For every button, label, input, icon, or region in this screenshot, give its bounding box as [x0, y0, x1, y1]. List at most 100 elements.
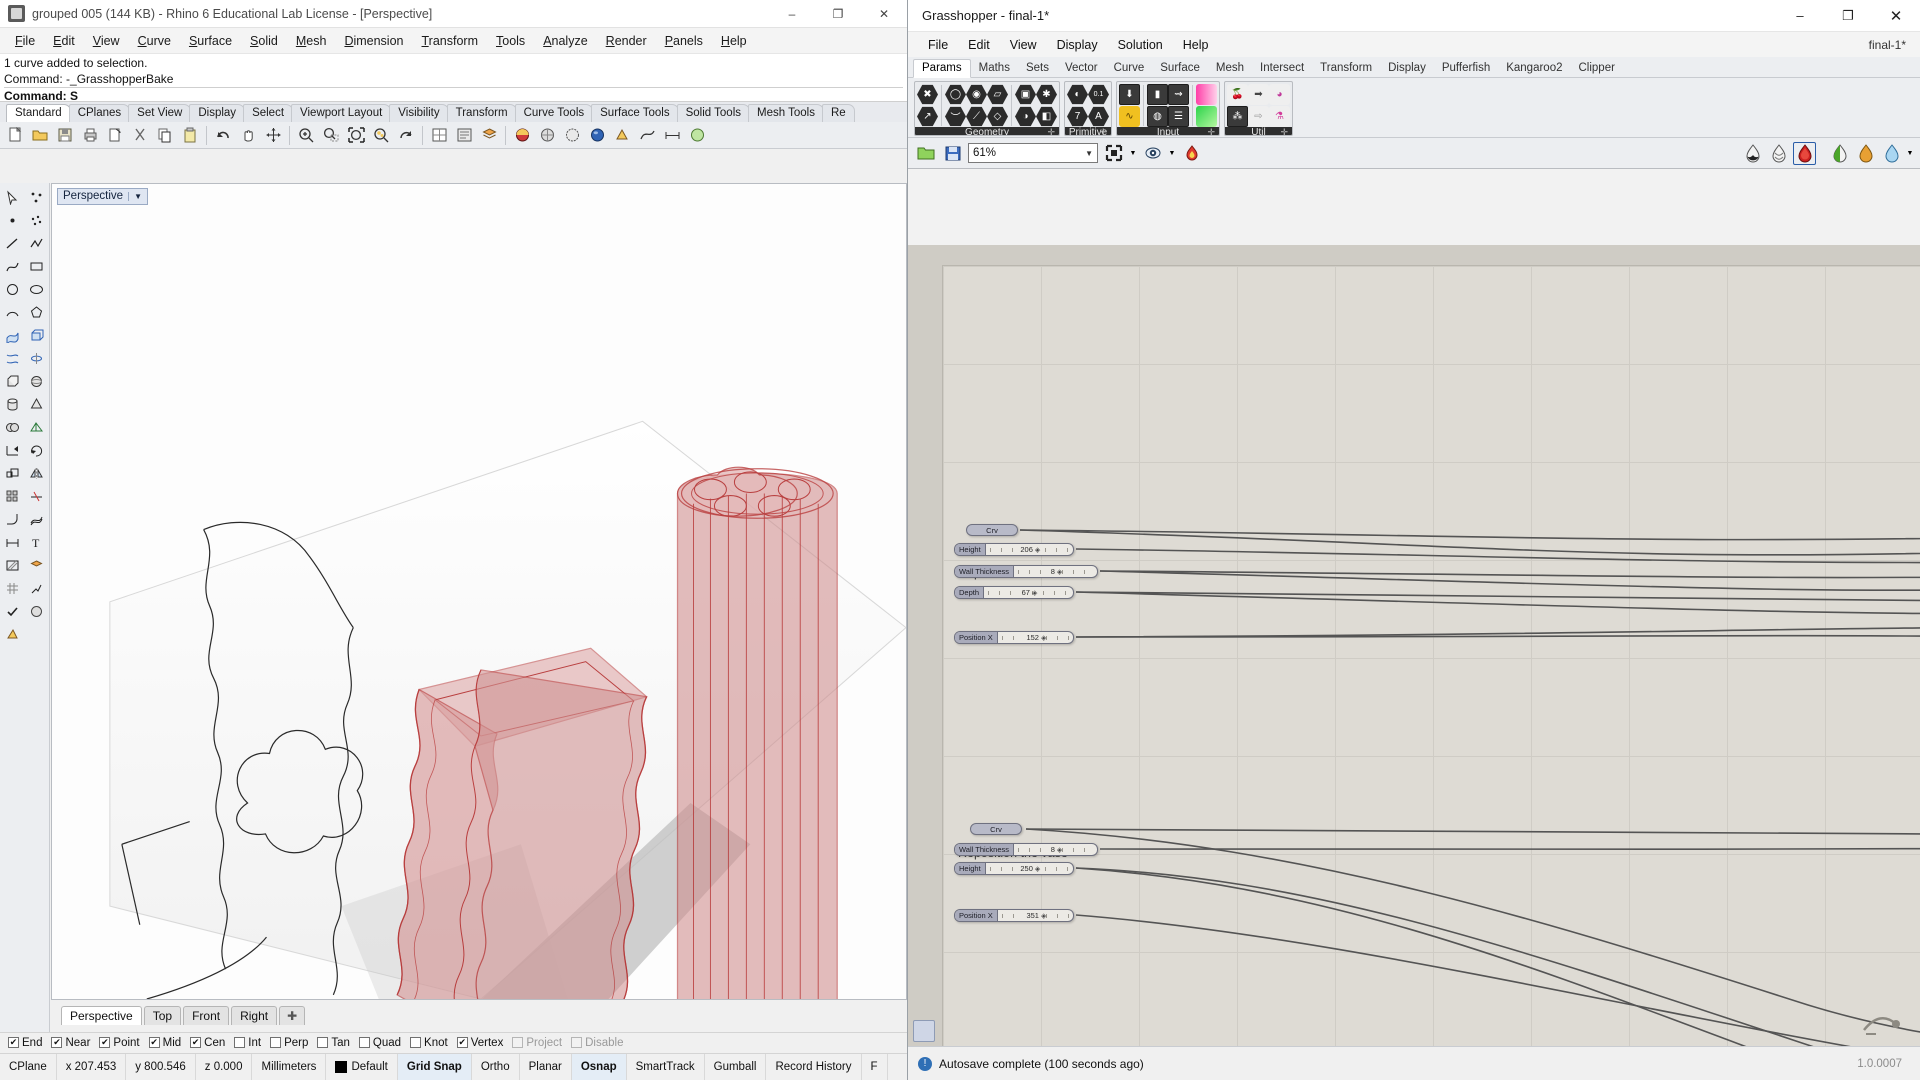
rhino-toolbar-tab-display[interactable]: Display	[189, 104, 245, 122]
rhino-toolbar-tab-transform[interactable]: Transform	[447, 104, 517, 122]
gradient-icon[interactable]	[1196, 84, 1217, 105]
osnap-tan-checkbox[interactable]	[317, 1037, 328, 1048]
rhino-menu-help[interactable]: Help	[712, 32, 756, 50]
rhino-menu-mesh[interactable]: Mesh	[287, 32, 336, 50]
arc-icon[interactable]	[0, 301, 24, 324]
cylinder-icon[interactable]	[0, 393, 24, 416]
ellipse-icon[interactable]	[24, 278, 48, 301]
status-units[interactable]: Millimeters	[252, 1054, 326, 1080]
preview-blue-icon[interactable]	[1880, 142, 1903, 165]
rhino-menu-analyze[interactable]: Analyze	[534, 32, 596, 50]
osnap-perp[interactable]: Perp	[268, 1037, 315, 1049]
gh-menu-help[interactable]: Help	[1173, 36, 1219, 54]
mesh-icon[interactable]	[24, 416, 48, 439]
rhino-perspective-viewport[interactable]: Perspective ▼	[51, 183, 907, 1000]
curve-tool-icon[interactable]	[635, 124, 659, 147]
osnap-near[interactable]: ✔Near	[49, 1037, 97, 1049]
preview-off-icon[interactable]	[1741, 142, 1764, 165]
gh-tab-curve[interactable]: Curve	[1106, 60, 1153, 77]
cut-icon[interactable]	[128, 124, 152, 147]
rotate-view-icon[interactable]	[394, 124, 418, 147]
zoom-extents-icon[interactable]	[1102, 142, 1125, 165]
material-icon[interactable]	[510, 124, 534, 147]
save-file-icon[interactable]	[941, 142, 964, 165]
render-icon[interactable]	[535, 124, 559, 147]
vector-icon[interactable]: ↗	[917, 106, 938, 127]
gh-tab-clipper[interactable]: Clipper	[1571, 60, 1623, 77]
gh-tab-params[interactable]: Params	[913, 59, 971, 78]
rhino-toolbar-tab-solid-tools[interactable]: Solid Tools	[677, 104, 750, 122]
sphere-blue-icon[interactable]	[585, 124, 609, 147]
copy-to-clipboard-icon[interactable]	[103, 124, 127, 147]
layer-icon[interactable]	[477, 124, 501, 147]
point-icon[interactable]: ✖	[917, 84, 938, 105]
param-crv-1[interactable]: Crv	[966, 524, 1018, 536]
status-toggle-record-history[interactable]: Record History	[766, 1054, 861, 1080]
canvas-bottom-left-widget[interactable]	[913, 1020, 935, 1042]
circle-icon[interactable]	[0, 278, 24, 301]
rhino-menu-solid[interactable]: Solid	[241, 32, 287, 50]
osnap-end[interactable]: ✔End	[6, 1037, 49, 1049]
status-cplane[interactable]: CPlane	[0, 1054, 57, 1080]
mirror-icon[interactable]	[24, 462, 48, 485]
gh-tab-surface[interactable]: Surface	[1152, 60, 1208, 77]
zoom-extents-icon[interactable]	[344, 124, 368, 147]
gh-tab-display[interactable]: Display	[1380, 60, 1434, 77]
loft-icon[interactable]	[0, 347, 24, 370]
zoom-extents-dropdown-icon[interactable]: ▼	[1129, 142, 1137, 165]
rhino-toolbar-tab-viewport-layout[interactable]: Viewport Layout	[291, 104, 391, 122]
gh-tab-kangaroo2[interactable]: Kangaroo2	[1498, 60, 1570, 77]
circle-icon[interactable]: ◯	[945, 84, 966, 105]
status-toggle-grid-snap[interactable]: Grid Snap	[398, 1054, 472, 1080]
osnap-quad[interactable]: Quad	[357, 1037, 408, 1049]
slider-depth[interactable]: Depth 67 ◈	[954, 586, 1074, 599]
ribbon-geometry-expand-icon[interactable]: ✛	[1047, 127, 1055, 136]
trim-icon[interactable]	[24, 485, 48, 508]
zoom-window-icon[interactable]	[319, 124, 343, 147]
box-icon[interactable]: ▣	[1015, 84, 1036, 105]
osnap-mid[interactable]: ✔Mid	[147, 1037, 189, 1049]
check-icon[interactable]	[0, 600, 24, 623]
polyline-icon[interactable]	[24, 232, 48, 255]
shaded-preview-icon[interactable]	[1793, 142, 1816, 165]
relay-icon[interactable]: ➡	[1248, 84, 1269, 105]
osnap-end-checkbox[interactable]: ✔	[8, 1037, 19, 1048]
rhino-toolbar-tab-surface-tools[interactable]: Surface Tools	[591, 104, 678, 122]
zoom-selected-icon[interactable]	[369, 124, 393, 147]
twisted-box-icon[interactable]: ◧	[1036, 106, 1057, 127]
point-icon[interactable]	[0, 209, 24, 232]
arc-icon[interactable]: ⟋	[966, 106, 987, 127]
preview-green-icon[interactable]	[1828, 142, 1851, 165]
slider-height-2-track[interactable]: 250 ◈	[986, 863, 1073, 874]
zoom-level-input[interactable]: 61% ▼	[968, 143, 1098, 163]
point-cloud-icon[interactable]	[24, 209, 48, 232]
text-icon[interactable]: T	[24, 531, 48, 554]
gh-tab-maths[interactable]: Maths	[971, 60, 1018, 77]
rhino-toolbar-tab-visibility[interactable]: Visibility	[389, 104, 448, 122]
osnap-quad-checkbox[interactable]	[359, 1037, 370, 1048]
text-icon[interactable]: A	[1088, 106, 1109, 127]
viewport-tab-top[interactable]: Top	[144, 1006, 181, 1025]
preview-dropdown-icon[interactable]: ▼	[1168, 142, 1176, 165]
viewport-label[interactable]: Perspective ▼	[57, 188, 148, 205]
gh-menu-display[interactable]: Display	[1047, 36, 1108, 54]
slider-height-2[interactable]: Height 250 ◈	[954, 862, 1074, 875]
slider-position-x-1-track[interactable]: 152 ◈	[998, 632, 1073, 643]
preview-dropdown2-icon[interactable]: ▼	[1906, 142, 1914, 165]
osnap-int[interactable]: Int	[232, 1037, 268, 1049]
osnap-perp-checkbox[interactable]	[270, 1037, 281, 1048]
surface-icon[interactable]	[0, 324, 24, 347]
slider-wall-thickness-2-track[interactable]: 8 ◈	[1014, 844, 1097, 855]
rhino-maximize-button[interactable]: ❐	[815, 0, 861, 27]
grasshopper-canvas[interactable]: Reposition the vase Reposition the vase …	[908, 245, 1920, 1046]
number-icon[interactable]: 0.1	[1088, 84, 1109, 105]
osnap-vertex-checkbox[interactable]: ✔	[457, 1037, 468, 1048]
gh-menu-solution[interactable]: Solution	[1108, 36, 1173, 54]
pan-hand-icon[interactable]	[236, 124, 260, 147]
osnap-knot[interactable]: Knot	[408, 1037, 455, 1049]
osnap-cen-checkbox[interactable]: ✔	[190, 1037, 201, 1048]
line-icon[interactable]	[0, 232, 24, 255]
rhino-toolbar-tab-mesh-tools[interactable]: Mesh Tools	[748, 104, 824, 122]
colour-swatch-icon[interactable]	[1196, 106, 1217, 127]
gh-tab-vector[interactable]: Vector	[1057, 60, 1106, 77]
